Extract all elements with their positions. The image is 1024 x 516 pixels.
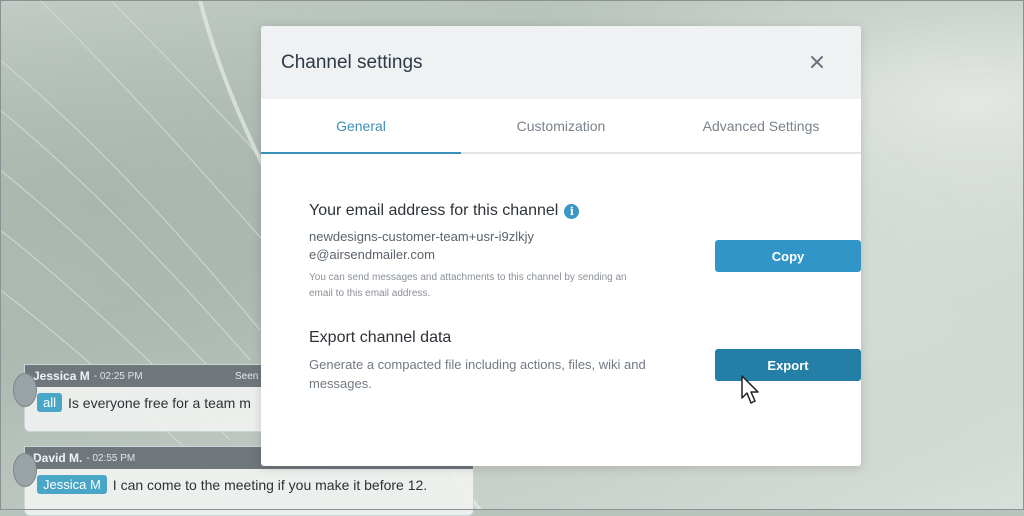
tab-advanced-settings[interactable]: Advanced Settings: [661, 99, 861, 152]
channel-settings-modal: Channel settings General Customization A…: [261, 26, 861, 466]
close-icon: [811, 56, 823, 68]
email-section-title: Your email address for this channel i: [309, 202, 849, 220]
modal-header: Channel settings: [261, 26, 861, 99]
modal-title: Channel settings: [281, 51, 423, 73]
channel-email-address: newdesigns-customer-team+usr-i9zlkjye@ai…: [309, 229, 535, 262]
message-text: I can come to the meeting if you make it…: [112, 476, 428, 493]
seen-status: Seen: [235, 370, 259, 382]
message-author: Jessica M: [33, 369, 90, 383]
message-body: Jessica M I can come to the meeting if y…: [25, 469, 473, 500]
export-section-title: Export channel data: [309, 329, 849, 347]
email-hint-text: You can send messages and attachments to…: [309, 272, 627, 299]
copy-button[interactable]: Copy: [715, 240, 861, 272]
close-button[interactable]: [807, 52, 827, 72]
avatar: [13, 453, 37, 487]
message-author: David M.: [33, 451, 83, 465]
tab-general[interactable]: General: [261, 99, 461, 154]
tab-customization[interactable]: Customization: [461, 99, 661, 152]
message-time: - 02:55 PM: [86, 452, 136, 464]
email-section: Your email address for this channel i ne…: [309, 202, 861, 302]
export-section: Export channel data Generate a compacted…: [309, 329, 861, 393]
email-section-title-text: Your email address for this channel: [309, 202, 559, 219]
info-icon[interactable]: i: [564, 203, 580, 219]
export-section-title-text: Export channel data: [309, 329, 452, 346]
export-button[interactable]: Export: [715, 349, 861, 381]
mention-tag[interactable]: all: [37, 393, 63, 412]
message-time: - 02:25 PM: [93, 370, 143, 382]
export-description: Generate a compacted file including acti…: [309, 357, 646, 391]
tab-bar: General Customization Advanced Settings: [261, 99, 861, 154]
avatar: [13, 373, 37, 407]
mouse-pointer-icon: [741, 375, 759, 404]
message-text: Is everyone free for a team m: [68, 394, 251, 411]
mention-tag[interactable]: Jessica M: [37, 475, 107, 494]
